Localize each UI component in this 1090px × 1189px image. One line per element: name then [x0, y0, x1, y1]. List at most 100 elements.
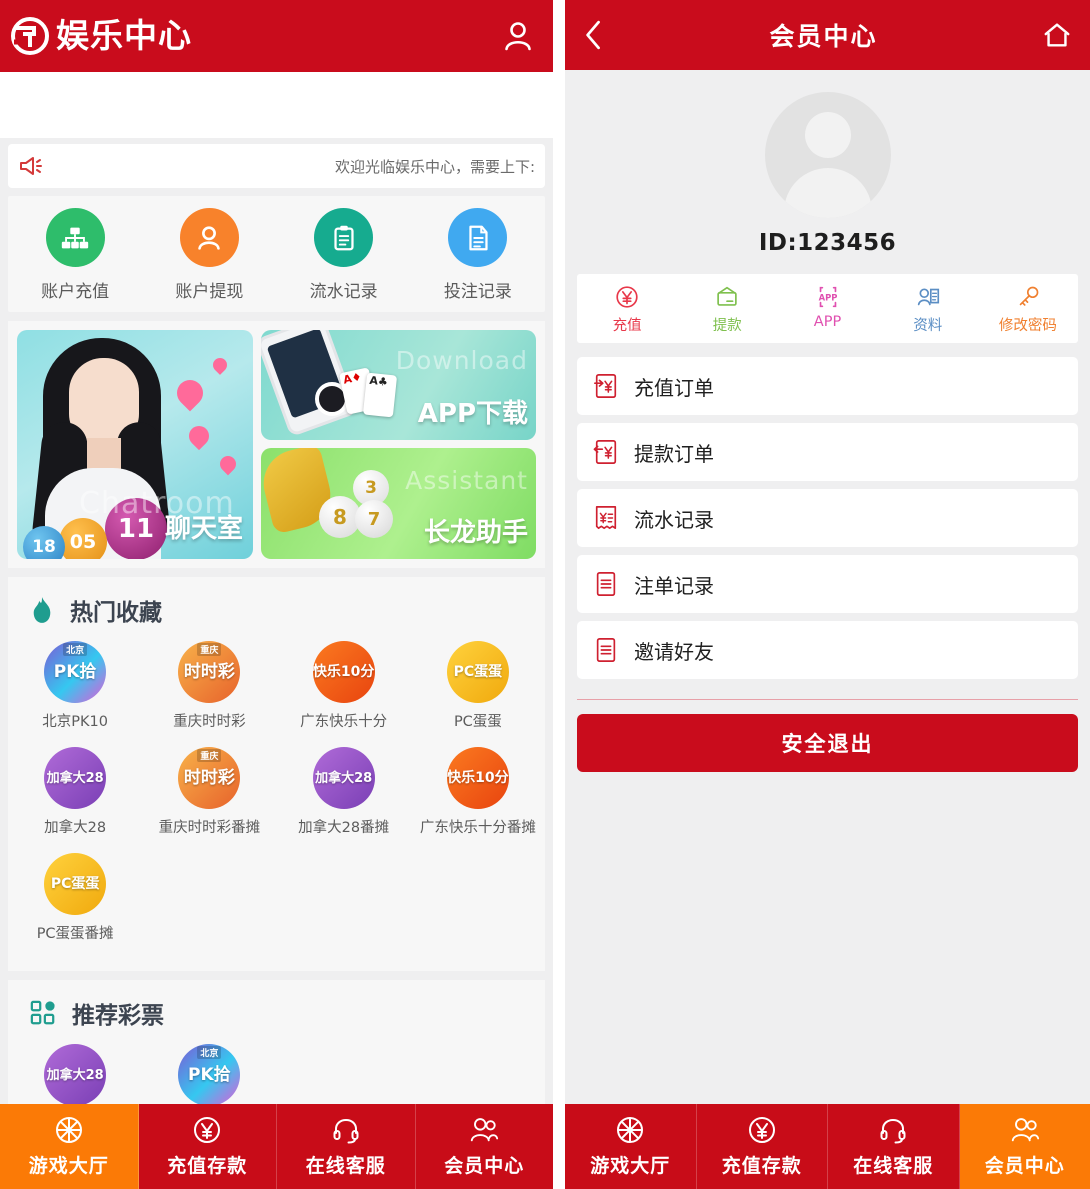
member-quick-actions: 充值 提款 APP APP 资料 修改密码	[577, 274, 1078, 343]
game-icon-text: 时时彩	[183, 661, 235, 682]
right-bottom-tabbar: 游戏大厅 充值存款 在线客服 会员中心	[565, 1104, 1090, 1189]
game-icon-text: PK拾	[53, 661, 97, 682]
game-tile[interactable]: 快乐10分 广东快乐十分番摊	[411, 747, 545, 837]
game-tile[interactable]: 北京 PK拾	[142, 1044, 276, 1106]
tab-label: 会员中心	[984, 1155, 1065, 1177]
banner-ghost-text: Assistant	[405, 466, 528, 495]
game-tile[interactable]: 加拿大28 加拿大28番摊	[277, 747, 411, 837]
network-nodes-icon	[45, 208, 105, 267]
game-icon: 快乐10分	[446, 747, 509, 809]
key-icon	[1014, 283, 1042, 311]
game-tile[interactable]: 北京 PK拾 北京PK10	[8, 641, 142, 731]
headset-icon	[878, 1115, 908, 1145]
home-icon[interactable]	[1042, 20, 1072, 50]
right-app-header: 会员中心	[565, 0, 1090, 70]
game-label: PC蛋蛋	[453, 714, 502, 730]
game-tile[interactable]: 加拿大28	[8, 1044, 142, 1106]
tab-deposit[interactable]: 充值存款	[138, 1104, 277, 1189]
quick-action-deposit[interactable]: 账户充值	[8, 208, 142, 302]
tab-label: 在线客服	[853, 1155, 934, 1177]
wheel-icon	[615, 1115, 645, 1145]
avatar[interactable]	[764, 92, 891, 218]
tab-label: 会员中心	[444, 1155, 525, 1177]
svg-text:APP: APP	[818, 292, 837, 302]
game-label: 加拿大28番摊	[298, 820, 390, 836]
menu-item-invite-friends[interactable]: 邀请好友	[577, 621, 1078, 679]
banner-dragon-assistant[interactable]: 8 3 7 Assistant 长龙助手	[261, 448, 536, 559]
lottery-ball: 05	[59, 518, 107, 559]
left-bottom-tabbar: 游戏大厅 充值存款 在线客服 会员中心	[0, 1104, 553, 1189]
transaction-record-icon	[593, 504, 619, 532]
right-phone-panel: 会员中心 ID:123456 充值 提款 APP APP 资料 修改密码 充值订…	[565, 0, 1090, 1189]
banner-caption: APP下载	[417, 399, 528, 429]
quick-action-transactions[interactable]: 流水记录	[277, 208, 411, 302]
hot-favorites-section: 热门收藏 北京 PK拾 北京PK10 重庆 时时彩 重庆时时彩 快乐10分 广东…	[8, 577, 545, 971]
game-tile[interactable]: 加拿大28 加拿大28	[8, 747, 142, 837]
panel-gutter	[553, 0, 565, 1189]
hot-favorites-grid: 北京 PK拾 北京PK10 重庆 时时彩 重庆时时彩 快乐10分 广东快乐十分 …	[8, 631, 545, 965]
quick-action-label: 账户充值	[41, 282, 110, 302]
tab-customer-service[interactable]: 在线客服	[277, 1104, 416, 1189]
profile-block: ID:123456	[565, 70, 1090, 256]
page-title: 会员中心	[769, 22, 878, 51]
game-icon-tag: 北京	[197, 1046, 222, 1059]
quick-action-withdraw[interactable]: 账户提现	[142, 208, 276, 302]
person-icon	[179, 208, 239, 267]
recommended-lottery-title: 推荐彩票	[72, 1003, 164, 1029]
brand-logo[interactable]: 娱乐中心	[10, 16, 192, 56]
game-icon-text: 加拿大28	[46, 770, 104, 786]
heart-decoration	[216, 452, 240, 476]
section-divider	[577, 699, 1078, 700]
menu-item-transaction-records[interactable]: 流水记录	[577, 489, 1078, 547]
tab-deposit[interactable]: 充值存款	[696, 1104, 828, 1189]
game-icon-tag: 重庆	[197, 749, 222, 762]
menu-item-bet-records[interactable]: 注单记录	[577, 555, 1078, 613]
hot-favorites-header: 热门收藏	[8, 591, 545, 631]
notice-bar[interactable]: 欢迎光临娱乐中心，需要上下:	[8, 144, 545, 188]
menu-item-label: 流水记录	[634, 507, 714, 532]
menu-item-withdraw-orders[interactable]: 提款订单	[577, 423, 1078, 481]
tab-label: 游戏大厅	[590, 1155, 671, 1177]
person-icon[interactable]	[501, 19, 535, 53]
member-action-label: 资料	[913, 318, 943, 334]
banner-caption: 聊天室	[164, 514, 243, 544]
member-action-recharge[interactable]: 充值	[577, 283, 677, 335]
member-action-withdraw[interactable]: 提款	[677, 283, 777, 335]
member-action-change-password[interactable]: 修改密码	[978, 283, 1078, 335]
member-action-profile[interactable]: 资料	[878, 283, 978, 335]
banner-app-download[interactable]: A♦ A♣ Download APP下载	[261, 330, 536, 440]
withdraw-order-icon	[593, 438, 619, 466]
bet-record-icon	[593, 570, 619, 598]
game-icon: 重庆 时时彩	[178, 747, 241, 809]
game-icon-text: PC蛋蛋	[50, 876, 100, 892]
notice-text: 欢迎光临娱乐中心，需要上下:	[334, 157, 535, 176]
tab-label: 在线客服	[305, 1155, 386, 1177]
tab-customer-service[interactable]: 在线客服	[828, 1104, 960, 1189]
logout-button[interactable]: 安全退出	[577, 714, 1078, 772]
heart-decoration	[184, 421, 214, 451]
lottery-ball: 7	[355, 500, 393, 538]
quick-actions-row: 账户充值 账户提现 流水记录 投注记录	[8, 196, 545, 312]
user-id: ID:123456	[758, 230, 897, 256]
tab-game-lobby[interactable]: 游戏大厅	[0, 1104, 139, 1189]
tab-game-lobby[interactable]: 游戏大厅	[565, 1104, 697, 1189]
chevron-left-icon[interactable]	[583, 19, 605, 51]
game-tile[interactable]: 重庆 时时彩 重庆时时彩番摊	[142, 747, 276, 837]
member-action-app[interactable]: APP APP	[777, 283, 877, 335]
game-tile[interactable]: PC蛋蛋 PC蛋蛋番摊	[8, 853, 142, 943]
tab-member-center[interactable]: 会员中心	[415, 1104, 553, 1189]
game-tile[interactable]: PC蛋蛋 PC蛋蛋	[411, 641, 545, 731]
game-tile[interactable]: 重庆 时时彩 重庆时时彩	[142, 641, 276, 731]
quick-action-bets[interactable]: 投注记录	[411, 208, 545, 302]
tab-label: 游戏大厅	[28, 1155, 109, 1177]
menu-item-label: 提款订单	[634, 441, 714, 466]
tab-member-center[interactable]: 会员中心	[959, 1104, 1090, 1189]
banner-chatroom[interactable]: 11 05 18 Chatroom 聊天室	[17, 330, 253, 559]
playing-card: A♣	[362, 372, 398, 418]
banner-placeholder	[0, 72, 553, 138]
game-tile[interactable]: 快乐10分 广东快乐十分	[277, 641, 411, 731]
tab-label: 充值存款	[721, 1155, 802, 1177]
game-icon-text: PC蛋蛋	[453, 664, 503, 680]
game-icon-text: PK拾	[188, 1064, 231, 1085]
menu-item-deposit-orders[interactable]: 充值订单	[577, 357, 1078, 415]
